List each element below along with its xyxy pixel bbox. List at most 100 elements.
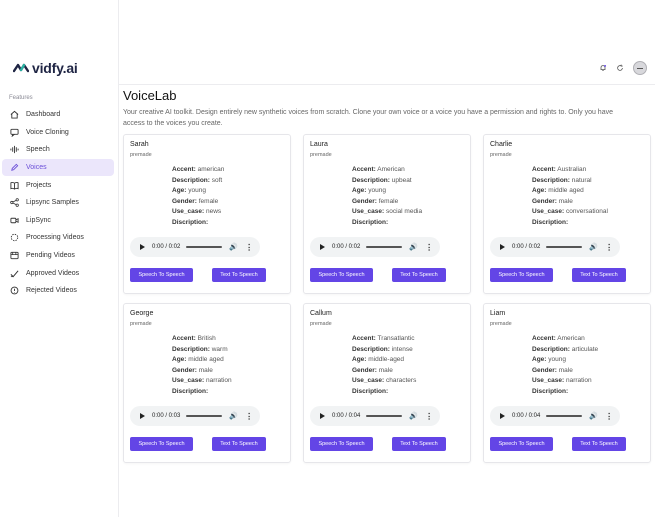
features-section-label: Features xyxy=(9,95,33,101)
volume-icon[interactable]: 🔊 xyxy=(589,412,598,420)
use-case-row: Use_case: social media xyxy=(352,208,422,219)
description-label: Description: xyxy=(352,345,390,353)
accent-value: Transatlantic xyxy=(377,335,415,342)
discription-row: Discription: xyxy=(172,219,224,230)
more-options-icon[interactable]: ⋮ xyxy=(605,412,613,421)
more-options-icon[interactable]: ⋮ xyxy=(425,243,433,252)
volume-icon[interactable]: 🔊 xyxy=(589,243,598,251)
more-options-icon[interactable]: ⋮ xyxy=(245,243,253,252)
speech-to-speech-button[interactable]: Speech To Speech xyxy=(130,437,193,451)
sidebar-item-projects[interactable]: Projects xyxy=(2,176,114,194)
audio-player[interactable]: 0:00 / 0:04 🔊 ⋮ xyxy=(490,406,620,426)
age-label: Age: xyxy=(172,356,187,363)
description-row: Description: intense xyxy=(352,346,416,357)
gender-label: Gender: xyxy=(532,197,557,205)
volume-icon[interactable]: 🔊 xyxy=(409,243,418,251)
sidebar-item-pending-videos[interactable]: Pending Videos xyxy=(2,247,114,265)
speech-to-speech-button[interactable]: Speech To Speech xyxy=(310,437,373,451)
speech-to-speech-button[interactable]: Speech To Speech xyxy=(490,268,553,282)
age-value: middle aged xyxy=(548,187,584,194)
volume-icon[interactable]: 🔊 xyxy=(229,243,238,251)
description-label: Description: xyxy=(532,176,570,184)
use-case-row: Use_case: characters xyxy=(352,377,416,388)
audio-progress-track[interactable] xyxy=(186,415,223,417)
voice-card: Laura premade Accent: American Descripti… xyxy=(303,134,471,294)
sidebar-item-processing-videos[interactable]: Processing Videos xyxy=(2,229,114,247)
sidebar-item-voice-cloning[interactable]: Voice Cloning xyxy=(2,124,114,142)
volume-icon[interactable]: 🔊 xyxy=(409,412,418,420)
top-bar xyxy=(118,0,655,85)
pen-icon xyxy=(10,163,19,172)
accent-label: Accent: xyxy=(172,335,196,342)
sidebar-item-lipsync[interactable]: LipSync xyxy=(2,212,114,230)
voice-name: George xyxy=(130,310,154,317)
app-name: vidfy.ai xyxy=(32,60,78,76)
sidebar-item-speech[interactable]: Speech xyxy=(2,141,114,159)
voice-name: Laura xyxy=(310,141,328,148)
age-row: Age: young xyxy=(352,187,422,198)
description-label: Description: xyxy=(532,345,570,353)
speech-to-speech-button[interactable]: Speech To Speech xyxy=(490,437,553,451)
audio-progress-track[interactable] xyxy=(546,246,583,248)
audio-player[interactable]: 0:00 / 0:02 🔊 ⋮ xyxy=(490,237,620,257)
play-icon[interactable] xyxy=(140,413,145,419)
discription-row: Discription: xyxy=(532,219,608,230)
speech-to-speech-button[interactable]: Speech To Speech xyxy=(130,268,193,282)
use-case-row: Use_case: narration xyxy=(532,377,598,388)
more-options-icon[interactable]: ⋮ xyxy=(425,412,433,421)
accent-label: Accent: xyxy=(532,335,556,342)
use-case-value: social media xyxy=(385,208,423,215)
gender-value: female xyxy=(198,197,219,205)
voice-card: Charlie premade Accent: Australian Descr… xyxy=(483,134,651,294)
audio-player[interactable]: 0:00 / 0:02 🔊 ⋮ xyxy=(310,237,440,257)
accent-row: Accent: american xyxy=(172,166,224,177)
more-options-icon[interactable]: ⋮ xyxy=(605,243,613,252)
more-options-icon[interactable]: ⋮ xyxy=(245,412,253,421)
text-to-speech-button[interactable]: Text To Speech xyxy=(212,437,266,451)
speech-to-speech-button[interactable]: Speech To Speech xyxy=(310,268,373,282)
age-label: Age: xyxy=(352,356,367,363)
age-label: Age: xyxy=(172,187,187,194)
description-value: warm xyxy=(211,345,228,353)
age-value: young xyxy=(368,187,386,194)
play-icon[interactable] xyxy=(320,244,325,250)
audio-progress-track[interactable] xyxy=(366,415,403,417)
audio-player[interactable]: 0:00 / 0:04 🔊 ⋮ xyxy=(310,406,440,426)
sidebar-item-rejected-videos[interactable]: Rejected Videos xyxy=(2,282,114,300)
accent-row: Accent: American xyxy=(532,335,598,346)
avatar-icon[interactable] xyxy=(633,61,647,75)
text-to-speech-button[interactable]: Text To Speech xyxy=(212,268,266,282)
text-to-speech-button[interactable]: Text To Speech xyxy=(392,268,446,282)
discription-label: Discription: xyxy=(352,387,389,395)
audio-progress-track[interactable] xyxy=(186,246,223,248)
sidebar-item-voices[interactable]: Voices xyxy=(2,158,114,177)
voice-attributes: Accent: Australian Description: natural … xyxy=(532,166,608,229)
description-row: Description: warm xyxy=(172,346,232,357)
page-title: VoiceLab xyxy=(123,88,177,103)
audio-progress-track[interactable] xyxy=(546,415,583,417)
description-row: Description: soft xyxy=(172,177,224,188)
sidebar-item-label: Voices xyxy=(26,164,47,172)
app-logo[interactable]: vidfy.ai xyxy=(13,60,78,76)
sidebar-item-approved-videos[interactable]: Approved Videos xyxy=(2,264,114,282)
audio-player[interactable]: 0:00 / 0:03 🔊 ⋮ xyxy=(130,406,260,426)
audio-progress-track[interactable] xyxy=(366,246,403,248)
play-icon[interactable] xyxy=(140,244,145,250)
sidebar-item-lipsync-samples[interactable]: Lipsync Samples xyxy=(2,194,114,212)
text-to-speech-button[interactable]: Text To Speech xyxy=(392,437,446,451)
text-to-speech-button[interactable]: Text To Speech xyxy=(572,437,626,451)
discription-label: Discription: xyxy=(352,218,389,226)
sidebar-item-dashboard[interactable]: Dashboard xyxy=(2,106,114,124)
play-icon[interactable] xyxy=(500,413,505,419)
sidebar-item-label: LipSync xyxy=(26,216,51,224)
play-icon[interactable] xyxy=(500,244,505,250)
audio-player[interactable]: 0:00 / 0:02 🔊 ⋮ xyxy=(130,237,260,257)
text-to-speech-button[interactable]: Text To Speech xyxy=(572,268,626,282)
gender-label: Gender: xyxy=(532,366,557,374)
bell-icon[interactable] xyxy=(599,64,607,72)
play-icon[interactable] xyxy=(320,413,325,419)
volume-icon[interactable]: 🔊 xyxy=(229,412,238,420)
logo-icon xyxy=(13,63,29,73)
refresh-icon[interactable] xyxy=(616,64,624,72)
check-icon xyxy=(10,269,19,278)
